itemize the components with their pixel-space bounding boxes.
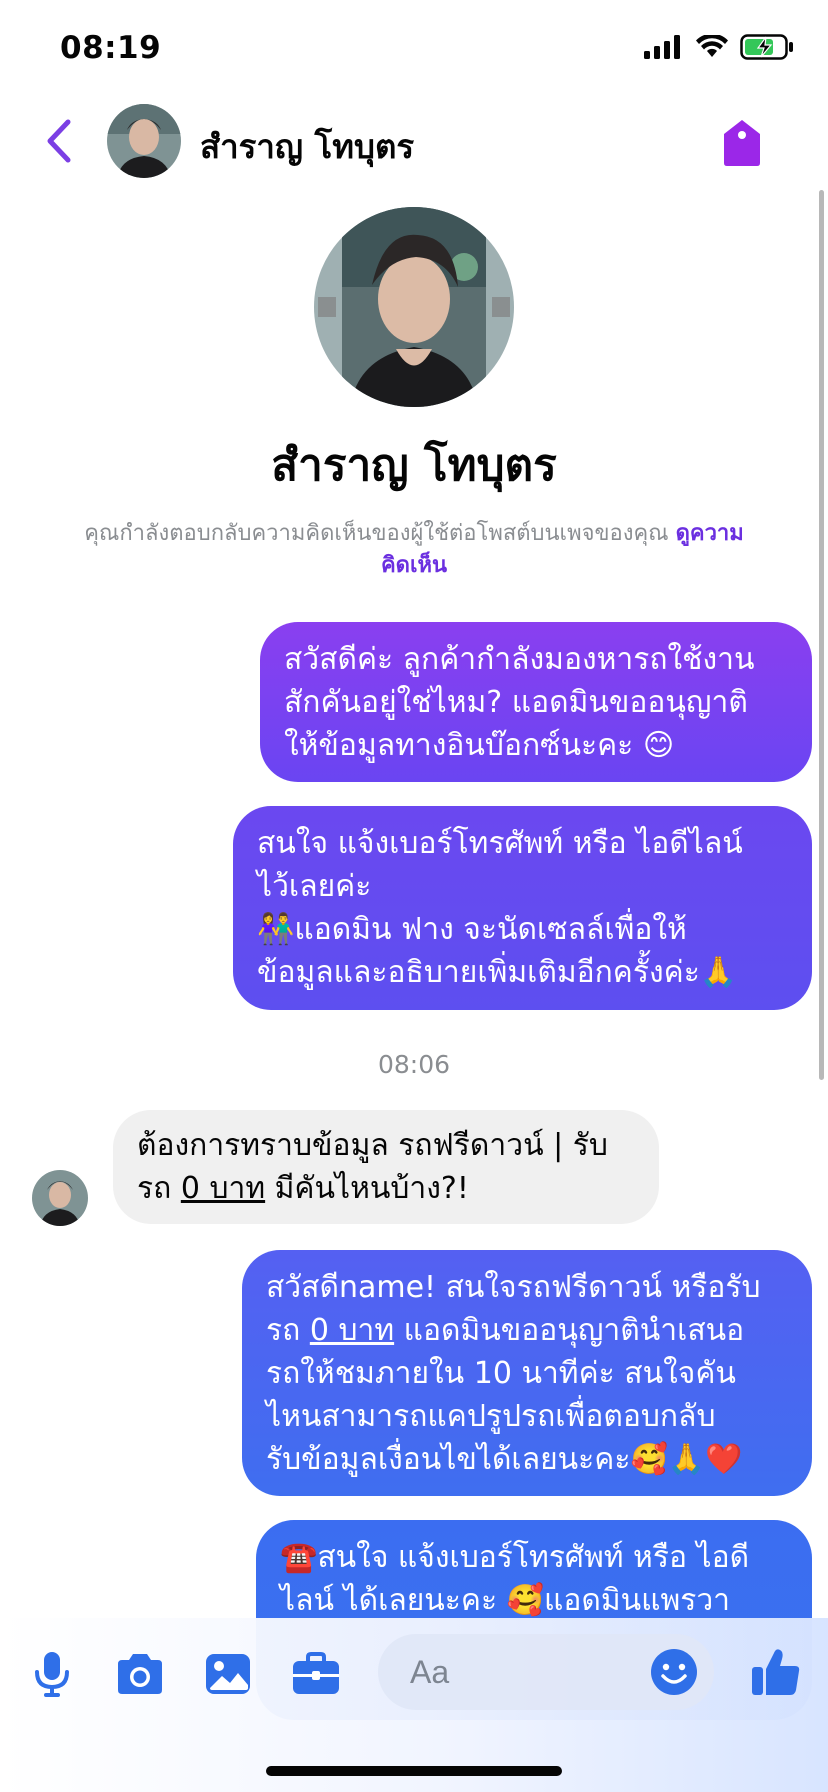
label-tag-button[interactable]	[720, 118, 764, 168]
sender-avatar-photo	[32, 1170, 88, 1226]
camera-icon	[118, 1654, 162, 1694]
message-line: ไหนสามารถแคปรูปรถเพื่อตอบกลับ	[266, 1399, 716, 1434]
underlined-link[interactable]: 0 บาท	[181, 1171, 265, 1206]
message-line: สวัสดีค่ะ ลูกค้ากำลังมองหารถใช้งาน	[284, 642, 755, 677]
smiley-icon	[651, 1649, 697, 1695]
status-bar: 08:19	[0, 0, 828, 96]
message-bubble-outgoing[interactable]: สวัสดีค่ะ ลูกค้ากำลังมองหารถใช้งาน สักคั…	[260, 622, 812, 782]
emoji-button[interactable]	[646, 1644, 702, 1700]
gallery-button[interactable]	[200, 1646, 256, 1702]
like-button[interactable]	[748, 1644, 804, 1700]
message-input[interactable]	[408, 1646, 632, 1698]
underlined-link[interactable]: 0 บาท	[310, 1313, 394, 1348]
back-button[interactable]	[38, 116, 82, 166]
message-line: รถ 0 บาท แอดมินขออนุญาตินำเสนอ	[266, 1313, 745, 1348]
status-icons	[644, 34, 794, 60]
message-input-box[interactable]	[378, 1634, 714, 1710]
contact-avatar[interactable]	[107, 104, 181, 178]
profile-photo[interactable]	[314, 207, 514, 407]
message-line: สนใจ แจ้งเบอร์โทรศัพท์ หรือ ไอดีไลน์	[257, 826, 743, 861]
avatar-photo	[107, 104, 181, 178]
image-icon	[206, 1654, 250, 1694]
briefcase-icon	[293, 1652, 339, 1694]
wifi-icon	[696, 35, 728, 57]
scrollbar[interactable]	[819, 190, 824, 1080]
home-indicator[interactable]	[266, 1766, 562, 1776]
message-line: รถให้ชมภายใน 10 นาทีค่ะ สนใจคัน	[266, 1356, 736, 1391]
voice-message-button[interactable]	[24, 1646, 80, 1702]
cellular-signal-icon	[644, 35, 680, 59]
tag-icon	[724, 120, 760, 166]
context-note-text: คุณกำลังตอบกลับความคิดเห็นของผู้ใช้ต่อโพ…	[84, 521, 669, 546]
message-bubble-outgoing[interactable]: สนใจ แจ้งเบอร์โทรศัพท์ หรือ ไอดีไลน์ ไว้…	[233, 806, 812, 1010]
contact-name[interactable]: สำราญ โทบุตร	[200, 120, 414, 173]
message-line: รับข้อมูลเงื่อนไขได้เลยนะคะ🥰🙏❤️	[266, 1442, 743, 1477]
message-line: ☎️สนใจ แจ้งเบอร์โทรศัพท์ หรือ ไอดี	[280, 1540, 750, 1575]
message-line: ต้องการทราบข้อมูล รถฟรีดาวน์ | รับ	[137, 1128, 608, 1163]
message-line: ข้อมูลและอธิบายเพิ่มเติมอีกครั้งค่ะ🙏	[257, 955, 738, 990]
chevron-left-icon	[47, 119, 71, 163]
status-time: 08:19	[60, 30, 162, 66]
microphone-icon	[35, 1652, 69, 1697]
message-line: ไว้เลยค่ะ	[257, 869, 372, 904]
battery-charging-icon	[740, 34, 793, 60]
sender-avatar[interactable]	[32, 1170, 88, 1226]
profile-name: สำราญ โทบุตร	[271, 440, 557, 491]
profile-photo-image	[314, 207, 514, 407]
camera-button[interactable]	[112, 1646, 168, 1702]
messenger-chat-screen: 08:19 สำราญ โทบุตร สำราญ โทบุตร คุณกำลัง…	[0, 0, 828, 1792]
message-line: สักคันอยู่ใช่ไหม? แอดมินขออนุญาติ	[284, 685, 748, 720]
business-tools-button[interactable]	[288, 1646, 344, 1702]
message-line: ไลน์ ได้เลยนะคะ 🥰แอดมินแพรวา	[280, 1583, 731, 1618]
message-line: ให้ข้อมูลทางอินบ๊อกซ์นะคะ 😊	[284, 728, 675, 763]
message-bubble-incoming[interactable]: ต้องการทราบข้อมูล รถฟรีดาวน์ | รับ รถ 0 …	[113, 1110, 659, 1224]
message-line: สวัสดีname! สนใจรถฟรีดาวน์ หรือรับ	[266, 1270, 761, 1305]
chat-header: สำราญ โทบุตร	[0, 96, 828, 186]
thumbs-up-icon	[752, 1649, 800, 1695]
time-divider: 08:06	[377, 1050, 451, 1079]
comment-reply-context: คุณกำลังตอบกลับความคิดเห็นของผู้ใช้ต่อโพ…	[36, 518, 792, 582]
message-line: รถ 0 บาท มีคันไหนบ้าง?!	[137, 1171, 469, 1206]
message-bubble-outgoing[interactable]: สวัสดีname! สนใจรถฟรีดาวน์ หรือรับ รถ 0 …	[242, 1250, 812, 1496]
message-line: 👫แอดมิน ฟาง จะนัดเซลล์เพื่อให้	[257, 912, 687, 947]
